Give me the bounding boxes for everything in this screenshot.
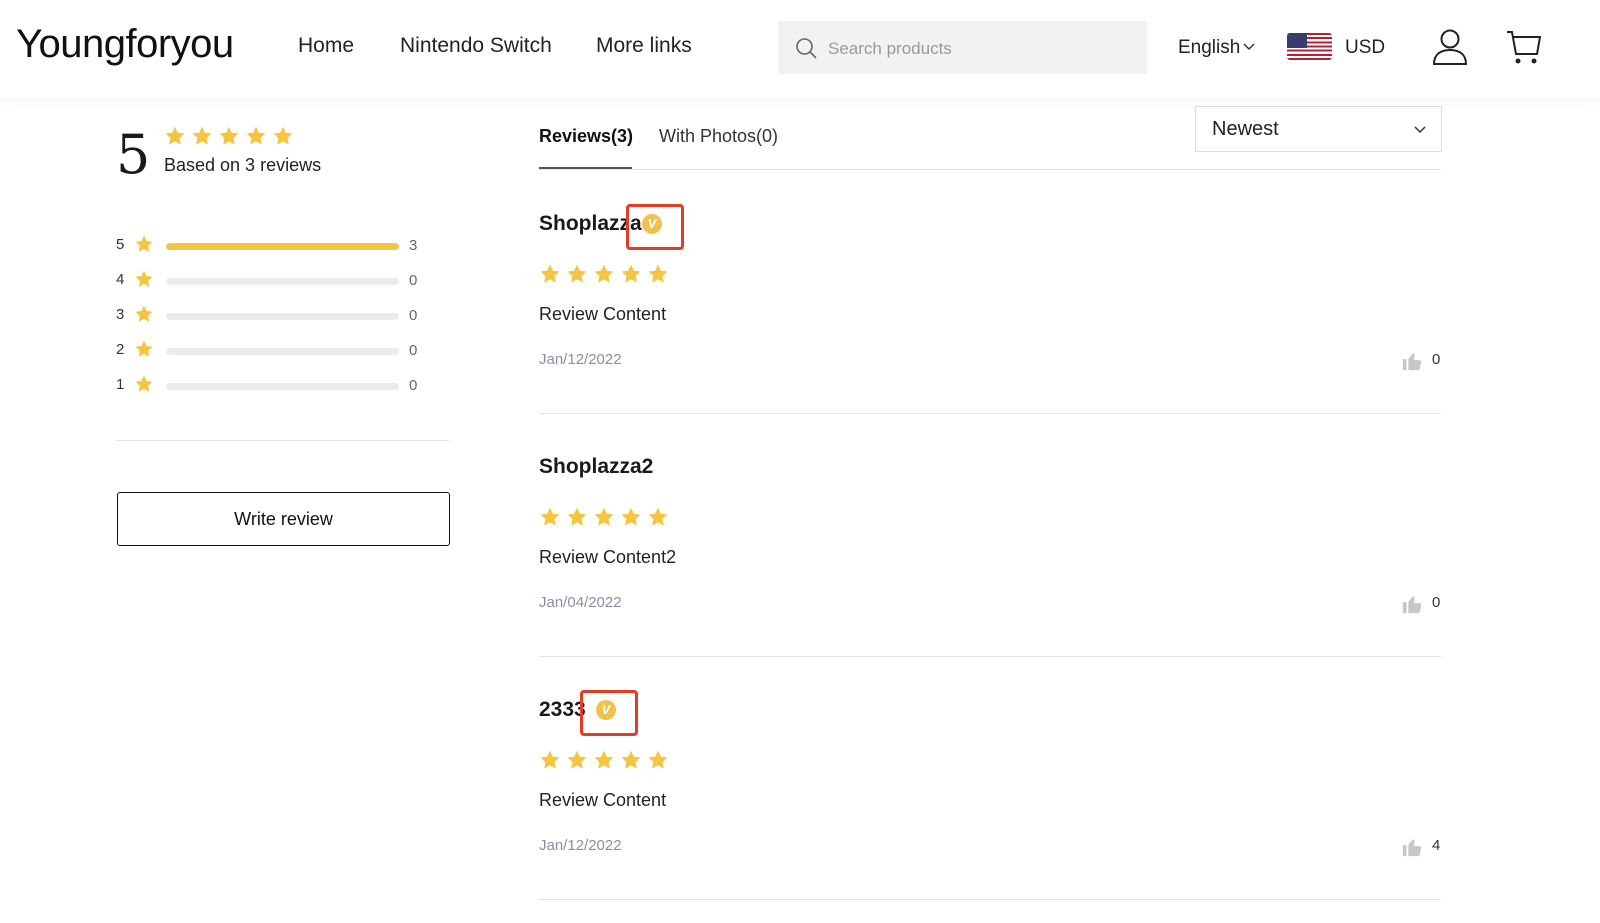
star-icon [540, 507, 560, 526]
chevron-down-icon [1414, 126, 1426, 134]
like-count: 0 [1432, 351, 1441, 368]
chevron-down-icon[interactable] [1242, 40, 1256, 54]
star-icon [594, 264, 614, 283]
star-icon [621, 264, 641, 283]
thumbs-up-icon[interactable] [1401, 350, 1423, 372]
star-icon [567, 264, 587, 283]
currency-selector[interactable]: USD [1345, 37, 1385, 59]
review-content: Review Content2 [539, 547, 677, 567]
language-selector[interactable]: English [1178, 37, 1240, 59]
review-stars [539, 263, 669, 285]
review-date: Jan/04/2022 [539, 594, 622, 611]
review-content: Review Content [539, 790, 667, 810]
us-flag-icon[interactable] [1287, 33, 1332, 60]
site-logo[interactable]: Youngforyou [16, 22, 234, 67]
tab-with-photos[interactable]: With Photos(0) [659, 126, 778, 147]
site-header: Youngforyou Home Nintendo Switch More li… [0, 0, 1600, 98]
rating-count: 0 [409, 377, 418, 394]
star-icon [135, 235, 153, 252]
highlight-box [580, 690, 638, 736]
review-date: Jan/12/2022 [539, 837, 622, 854]
star-icon [192, 126, 212, 145]
highlight-box [626, 204, 684, 250]
review-stars [539, 749, 669, 771]
search-input[interactable] [826, 21, 1130, 76]
cart-icon[interactable] [1505, 28, 1543, 66]
star-icon [165, 126, 185, 145]
star-icon [135, 270, 153, 287]
nav-nintendo-switch[interactable]: Nintendo Switch [400, 34, 552, 58]
review-count-text: Based on 3 reviews [164, 155, 322, 175]
review-date: Jan/12/2022 [539, 351, 622, 368]
reviewer-name: 2333 [539, 698, 586, 721]
review-stars [539, 506, 669, 528]
review-item: Shoplazza V Review Content Jan/12/2022 0 [539, 204, 1441, 414]
star-icon [621, 507, 641, 526]
rating-count: 3 [409, 237, 418, 254]
active-tab-indicator [539, 167, 632, 169]
rating-count: 0 [409, 307, 418, 324]
rating-row-2[interactable]: 20 [116, 339, 436, 363]
rating-label: 3 [116, 306, 125, 323]
star-icon [273, 126, 293, 145]
star-icon [540, 750, 560, 769]
star-icon [219, 126, 239, 145]
average-score: 5 [116, 123, 151, 186]
star-icon [246, 126, 266, 145]
tab-reviews[interactable]: Reviews(3) [539, 126, 633, 147]
review-divider [539, 656, 1441, 657]
rating-bar [166, 243, 399, 250]
star-icon [135, 340, 153, 357]
rating-row-3[interactable]: 30 [116, 304, 436, 328]
like-count: 4 [1432, 837, 1441, 854]
rating-count: 0 [409, 342, 418, 359]
rating-row-5[interactable]: 53 [116, 234, 436, 258]
rating-row-1[interactable]: 10 [116, 374, 436, 398]
star-icon [648, 264, 668, 283]
review-divider [539, 899, 1441, 900]
star-icon [540, 264, 560, 283]
search-icon[interactable] [794, 36, 818, 60]
star-icon [648, 507, 668, 526]
rating-bar [166, 383, 399, 390]
rating-bar [166, 313, 399, 320]
thumbs-up-icon[interactable] [1401, 836, 1423, 858]
rating-bar-fill [166, 243, 399, 250]
sort-selected-value: Newest [1212, 118, 1279, 140]
star-icon [567, 750, 587, 769]
star-icon [135, 375, 153, 392]
rating-label: 2 [116, 341, 125, 358]
reviewer-name: Shoplazza2 [539, 455, 654, 478]
star-icon [621, 750, 641, 769]
rating-label: 1 [116, 376, 125, 393]
star-icon [135, 305, 153, 322]
nav-more-links[interactable]: More links [596, 34, 692, 58]
review-divider [539, 413, 1441, 414]
write-review-button[interactable]: Write review [117, 492, 450, 546]
review-content: Review Content [539, 304, 667, 324]
sort-select[interactable]: Newest [1195, 106, 1442, 152]
star-icon [567, 507, 587, 526]
nav-home[interactable]: Home [298, 34, 354, 58]
rating-bar [166, 348, 399, 355]
tabs-divider [539, 169, 1441, 170]
average-stars [164, 125, 294, 147]
divider [116, 440, 449, 441]
review-item: Shoplazza2 Review Content2 Jan/04/2022 0 [539, 455, 1441, 657]
rating-count: 0 [409, 272, 418, 289]
like-count: 0 [1432, 594, 1441, 611]
user-icon[interactable] [1432, 28, 1468, 66]
star-icon [594, 750, 614, 769]
rating-bar [166, 278, 399, 285]
rating-row-4[interactable]: 40 [116, 269, 436, 293]
rating-label: 4 [116, 271, 125, 288]
star-icon [594, 507, 614, 526]
star-icon [648, 750, 668, 769]
search-box[interactable] [778, 21, 1147, 76]
thumbs-up-icon[interactable] [1401, 593, 1423, 615]
rating-label: 5 [116, 236, 125, 253]
review-item: 2333 V Review Content Jan/12/2022 4 [539, 690, 1441, 900]
